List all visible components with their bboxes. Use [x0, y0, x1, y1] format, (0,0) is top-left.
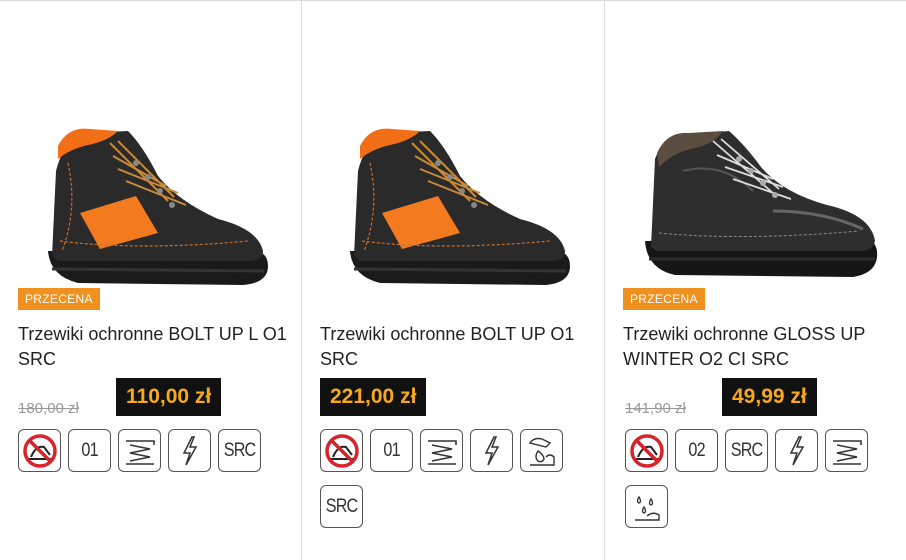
shock-absorption-icon: [825, 429, 868, 472]
product-card[interactable]: PRZECENA Trzewiki ochronne BOLT UP L O1 …: [0, 1, 301, 560]
old-price: 141,90 zł: [625, 400, 686, 417]
class-02-icon: 02: [675, 429, 718, 472]
product-title[interactable]: Trzewiki ochronne GLOSS UP WINTER O2 CI …: [623, 322, 898, 372]
product-title[interactable]: Trzewiki ochronne BOLT UP O1 SRC: [320, 322, 595, 372]
product-grid: PRZECENA Trzewiki ochronne BOLT UP L O1 …: [0, 1, 906, 560]
sale-badge: PRZECENA: [623, 288, 705, 310]
shock-absorption-icon: [420, 429, 463, 472]
price: 221,00 zł: [320, 378, 427, 416]
product-image[interactable]: [18, 101, 288, 301]
price: 110,00 zł: [116, 378, 222, 416]
no-metal-icon: [625, 429, 668, 472]
oil-resistant-icon: [520, 429, 563, 472]
antistatic-icon: [168, 429, 211, 472]
antistatic-icon: [470, 429, 513, 472]
product-card[interactable]: Trzewiki ochronne BOLT UP O1 SRC 221,00 …: [302, 1, 604, 560]
old-price: 180,00 zł: [18, 400, 79, 417]
src-slip-icon: SRC: [725, 429, 768, 472]
class-01-icon: 01: [68, 429, 111, 472]
src-slip-icon: SRC: [218, 429, 261, 472]
water-resistant-icon: [625, 485, 668, 528]
product-image[interactable]: [623, 101, 893, 301]
no-metal-icon: [18, 429, 61, 472]
class-01-icon: 01: [370, 429, 413, 472]
src-slip-icon: SRC: [320, 485, 363, 528]
product-card[interactable]: PRZECENA Trzewiki ochronne GLOSS UP WINT…: [605, 1, 906, 560]
sale-badge: PRZECENA: [18, 288, 100, 310]
shock-absorption-icon: [118, 429, 161, 472]
antistatic-icon: [775, 429, 818, 472]
product-title[interactable]: Trzewiki ochronne BOLT UP L O1 SRC: [18, 322, 293, 372]
no-metal-icon: [320, 429, 363, 472]
price: 49,99 zł: [722, 378, 817, 416]
product-image[interactable]: [320, 101, 590, 301]
